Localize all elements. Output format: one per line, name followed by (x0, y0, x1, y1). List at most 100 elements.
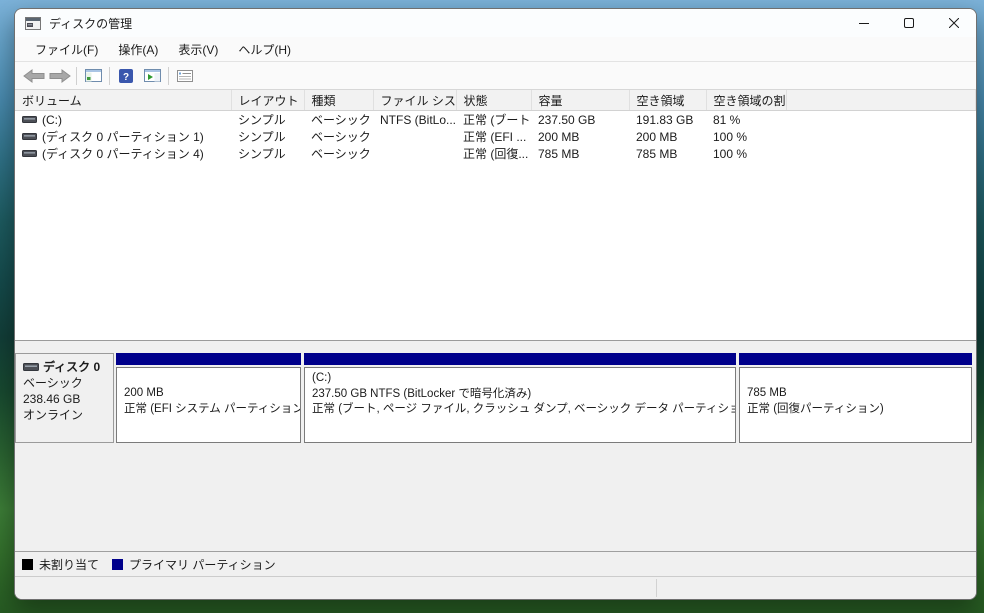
menu-bar: ファイル(F) 操作(A) 表示(V) ヘルプ(H) (15, 37, 976, 62)
volume-free-pct: 100 % (706, 128, 786, 145)
window-title: ディスクの管理 (49, 15, 132, 32)
back-arrow-icon (23, 69, 45, 83)
partition-recovery[interactable]: 785 MB 正常 (回復パーティション) (739, 353, 972, 443)
volume-capacity: 237.50 GB (531, 111, 629, 129)
column-layout[interactable]: レイアウト (231, 90, 304, 111)
menu-file[interactable]: ファイル(F) (25, 38, 108, 61)
legend-label: プライマリ パーティション (129, 556, 276, 573)
volume-icon (22, 115, 37, 124)
partition-status: 正常 (回復パーティション) (747, 402, 964, 418)
partition-size: 785 MB (747, 386, 964, 402)
volume-type: ベーシック (304, 128, 373, 145)
column-free-pct[interactable]: 空き領域の割... (706, 90, 786, 111)
partition-name (124, 371, 293, 386)
forward-arrow-icon (49, 69, 71, 83)
menu-action[interactable]: 操作(A) (108, 38, 168, 61)
volume-layout: シンプル (231, 145, 304, 162)
column-volume[interactable]: ボリューム (15, 90, 231, 111)
toolbar-separator (168, 67, 169, 85)
volume-layout: シンプル (231, 128, 304, 145)
maximize-icon (904, 18, 914, 28)
disk-management-app-icon (25, 17, 41, 30)
column-type[interactable]: 種類 (304, 90, 373, 111)
volume-status: 正常 (EFI ... (456, 128, 531, 145)
back-button[interactable] (21, 65, 47, 87)
partitions-container: 200 MB 正常 (EFI システム パーティション) (C:) 237.50… (116, 353, 972, 443)
desktop-wallpaper: ディスクの管理 ファイル(F) 操作(A) 表示(V) ヘルプ(H) (0, 0, 984, 613)
console-tree-button[interactable] (80, 65, 106, 87)
column-filesystem[interactable]: ファイル システム (373, 90, 456, 111)
volume-list-pane: ボリューム レイアウト 種類 ファイル システム 状態 容量 空き領域 空き領域… (15, 90, 976, 340)
legend-unallocated: 未割り当て (22, 556, 99, 573)
close-icon (949, 18, 959, 28)
toolbar-separator (109, 67, 110, 85)
volume-status: 正常 (回復... (456, 145, 531, 162)
title-bar: ディスクの管理 (15, 9, 976, 37)
maximize-button[interactable] (886, 9, 931, 37)
disk0-strip: ディスク 0 ベーシック 238.46 GB オンライン 200 MB 正常 (… (15, 353, 972, 443)
volume-type: ベーシック (304, 145, 373, 162)
legend-label: 未割り当て (39, 556, 99, 573)
partition-size: 237.50 GB NTFS (BitLocker で暗号化済み) (312, 387, 728, 403)
partition-efi[interactable]: 200 MB 正常 (EFI システム パーティション) (116, 353, 301, 443)
status-bar-divider (656, 579, 657, 597)
column-capacity[interactable]: 容量 (531, 90, 629, 111)
toolbar: ? (15, 62, 976, 90)
column-status[interactable]: 状態 (456, 90, 531, 111)
caption-buttons (841, 9, 976, 37)
graphical-view-pane: ディスク 0 ベーシック 238.46 GB オンライン 200 MB 正常 (… (15, 347, 976, 551)
volume-icon (22, 149, 37, 158)
disk0-label-box[interactable]: ディスク 0 ベーシック 238.46 GB オンライン (15, 353, 114, 443)
help-button[interactable]: ? (113, 65, 139, 87)
action-pane-icon (144, 69, 161, 82)
close-button[interactable] (931, 9, 976, 37)
minimize-button[interactable] (841, 9, 886, 37)
properties-icon (177, 70, 193, 82)
disk0-type: ベーシック (23, 375, 109, 391)
volume-filesystem (373, 145, 456, 162)
volume-row[interactable]: (C:) シンプル ベーシック NTFS (BitLo... 正常 (ブート..… (15, 111, 976, 129)
disk0-capacity: 238.46 GB (23, 391, 109, 407)
volume-free-space: 785 MB (629, 145, 706, 162)
volume-layout: シンプル (231, 111, 304, 129)
volume-status: 正常 (ブート... (456, 111, 531, 129)
partition-size: 200 MB (124, 386, 293, 402)
partition-status: 正常 (ブート, ページ ファイル, クラッシュ ダンプ, ベーシック データ … (312, 402, 728, 418)
primary-partition-colorbar (116, 353, 301, 365)
help-icon: ? (119, 69, 133, 83)
menu-view[interactable]: 表示(V) (168, 38, 228, 61)
volume-filesystem: NTFS (BitLo... (373, 111, 456, 129)
legend-primary-partition: プライマリ パーティション (112, 556, 276, 573)
column-free-space[interactable]: 空き領域 (629, 90, 706, 111)
volume-row[interactable]: (ディスク 0 パーティション 4) シンプル ベーシック 正常 (回復... … (15, 145, 976, 162)
primary-partition-colorbar (304, 353, 736, 365)
volume-table: ボリューム レイアウト 種類 ファイル システム 状態 容量 空き領域 空き領域… (15, 90, 976, 162)
pane-splitter[interactable] (15, 340, 976, 347)
volume-free-space: 191.83 GB (629, 111, 706, 129)
menu-help[interactable]: ヘルプ(H) (228, 38, 301, 61)
console-tree-icon (85, 69, 102, 82)
disk-icon (23, 362, 39, 372)
primary-partition-swatch-icon (112, 559, 123, 570)
volume-row[interactable]: (ディスク 0 パーティション 1) シンプル ベーシック 正常 (EFI ..… (15, 128, 976, 145)
volume-free-pct: 100 % (706, 145, 786, 162)
legend-bar: 未割り当て プライマリ パーティション (15, 551, 976, 576)
partition-name: (C:) (312, 371, 728, 387)
volume-name: (C:) (42, 113, 62, 127)
unallocated-swatch-icon (22, 559, 33, 570)
volume-capacity: 200 MB (531, 128, 629, 145)
volume-capacity: 785 MB (531, 145, 629, 162)
partition-status: 正常 (EFI システム パーティション) (124, 402, 293, 418)
action-pane-button[interactable] (139, 65, 165, 87)
properties-button[interactable] (172, 65, 198, 87)
volume-filesystem (373, 128, 456, 145)
toolbar-separator (76, 67, 77, 85)
minimize-icon (859, 18, 869, 28)
partition-c[interactable]: (C:) 237.50 GB NTFS (BitLocker で暗号化済み) 正… (304, 353, 736, 443)
partition-name (747, 371, 964, 386)
volume-free-pct: 81 % (706, 111, 786, 129)
volume-icon (22, 132, 37, 141)
forward-button[interactable] (47, 65, 73, 87)
disk0-status: オンライン (23, 407, 109, 423)
svg-text:?: ? (123, 72, 129, 83)
